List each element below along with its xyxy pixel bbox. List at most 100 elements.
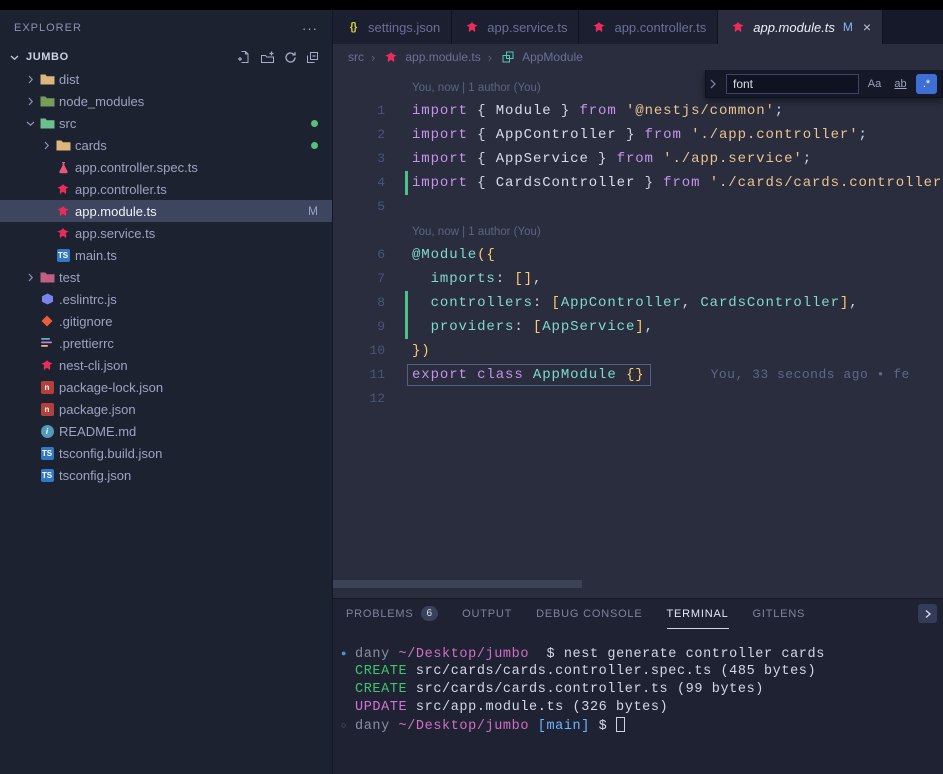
nest-icon xyxy=(463,21,481,34)
editor-tab[interactable]: app.controller.ts xyxy=(579,10,718,44)
npm-icon: n xyxy=(38,403,56,416)
file-tree-item[interactable]: app.controller.ts xyxy=(0,178,332,200)
file-tree-item[interactable]: src xyxy=(0,112,332,134)
chevron-down-icon xyxy=(22,119,38,128)
toggle-replace-chevron-icon[interactable] xyxy=(709,79,721,89)
breadcrumb-item[interactable]: AppModule xyxy=(499,50,583,64)
flask-icon xyxy=(54,161,72,174)
project-section-header[interactable]: JUMBO xyxy=(0,46,332,68)
more-actions-icon[interactable]: ··· xyxy=(302,21,318,36)
file-tree-item[interactable]: npackage-lock.json xyxy=(0,376,332,398)
horizontal-scrollbar[interactable] xyxy=(333,580,582,588)
refresh-icon[interactable] xyxy=(284,51,297,64)
code-line[interactable]: 12 xyxy=(333,387,943,411)
file-tree-item[interactable]: cards xyxy=(0,134,332,156)
file-name: main.ts xyxy=(75,248,117,263)
panel-tab-output[interactable]: OUTPUT xyxy=(462,599,512,629)
panel-tab-debug-console[interactable]: DEBUG CONSOLE xyxy=(536,599,642,629)
code-line[interactable]: 11export class AppModule {}You, 33 secon… xyxy=(333,363,943,387)
breadcrumb[interactable]: src›app.module.ts›AppModule xyxy=(333,44,943,70)
collapse-all-icon[interactable] xyxy=(306,51,319,64)
explorer-sidebar: EXPLORER ··· JUMBO distnode_modulessrcca… xyxy=(0,10,333,774)
code-line[interactable]: 10}) xyxy=(333,339,943,363)
code-token: import xyxy=(412,103,477,119)
tab-label: app.module.ts xyxy=(753,20,835,35)
ts-icon: TS xyxy=(38,469,56,482)
code-token: AppController xyxy=(496,127,617,143)
panel-tab-label: TERMINAL xyxy=(667,608,729,620)
new-folder-icon[interactable] xyxy=(260,51,275,64)
regex-button[interactable]: .* xyxy=(916,74,937,94)
code-line[interactable]: 3import { AppService } from './app.servi… xyxy=(333,147,943,171)
line-number: 6 xyxy=(333,243,385,267)
code-token: from xyxy=(579,103,626,119)
chevron-right-icon xyxy=(38,141,54,150)
breadcrumb-item[interactable]: app.module.ts xyxy=(382,50,480,64)
code-token: import xyxy=(412,127,477,143)
file-tree-item[interactable]: TStsconfig.build.json xyxy=(0,442,332,464)
terminal-content[interactable]: ●dany ~/Desktop/jumbo $ nest generate co… xyxy=(333,629,943,735)
terminal-text: src/app.module.ts (326 bytes) xyxy=(416,700,668,715)
file-name: nest-cli.json xyxy=(59,358,128,373)
file-tree-item[interactable]: .prettierrc xyxy=(0,332,332,354)
file-tree-item[interactable]: app.module.tsM xyxy=(0,200,332,222)
find-widget: Aa ab .* xyxy=(705,70,943,98)
find-input[interactable] xyxy=(726,74,859,94)
file-tree-item[interactable]: test xyxy=(0,266,332,288)
code-token: [] xyxy=(514,271,533,287)
new-file-icon[interactable] xyxy=(237,50,251,64)
code-line[interactable]: 8 controllers: [AppController, CardsCont… xyxy=(333,291,943,315)
file-tree-item[interactable]: app.controller.spec.ts xyxy=(0,156,332,178)
panel-tab-problems[interactable]: PROBLEMS6 xyxy=(346,599,438,629)
file-tree-item[interactable]: TStsconfig.json xyxy=(0,464,332,486)
close-icon[interactable]: × xyxy=(863,19,871,35)
code-token: : xyxy=(514,319,533,335)
file-tree-item[interactable]: .eslintrc.js xyxy=(0,288,332,310)
code-line[interactable]: 2import { AppController } from './app.co… xyxy=(333,123,943,147)
panel-chevron-right-icon[interactable] xyxy=(918,604,937,623)
code-editor[interactable]: You, now | 1 author (You) 1import { Modul… xyxy=(333,70,943,598)
terminal-text: ~/Desktop/jumbo xyxy=(399,647,538,662)
file-tree-item[interactable]: TSmain.ts xyxy=(0,244,332,266)
file-name: .eslintrc.js xyxy=(59,292,117,307)
gitlens-codelens[interactable]: You, now | 1 author (You) xyxy=(333,219,943,243)
file-tree-item[interactable]: iREADME.md xyxy=(0,420,332,442)
code-area: You, now | 1 author (You) 1import { Modul… xyxy=(333,70,943,411)
editor-tab[interactable]: app.service.ts xyxy=(452,10,579,44)
file-tree-item[interactable]: node_modules xyxy=(0,90,332,112)
file-tree-item[interactable]: app.service.ts xyxy=(0,222,332,244)
code-line[interactable]: 7 imports: [], xyxy=(333,267,943,291)
file-tree-item[interactable]: npackage.json xyxy=(0,398,332,420)
breadcrumb-item[interactable]: src xyxy=(348,50,364,64)
code-token: providers xyxy=(412,319,514,335)
chevron-right-icon xyxy=(22,97,38,106)
file-tree-item[interactable]: nest-cli.json xyxy=(0,354,332,376)
code-line[interactable]: 6@Module({ xyxy=(333,243,943,267)
whole-word-button[interactable]: ab xyxy=(890,74,911,94)
code-line[interactable]: 9 providers: [AppService], xyxy=(333,315,943,339)
readme-icon: i xyxy=(38,425,56,438)
file-name: package.json xyxy=(59,402,136,417)
file-name: app.module.ts xyxy=(75,204,157,219)
panel-tab-gitlens[interactable]: GITLENS xyxy=(753,599,806,629)
match-case-button[interactable]: Aa xyxy=(864,74,885,94)
file-tree-item[interactable]: .gitignore xyxy=(0,310,332,332)
panel-tab-label: GITLENS xyxy=(753,608,806,620)
file-tree-item[interactable]: dist xyxy=(0,68,332,90)
tab-label: app.service.ts xyxy=(487,20,567,35)
code-line[interactable]: 5 xyxy=(333,195,943,219)
editor-tab[interactable]: app.module.tsM× xyxy=(718,10,883,44)
code-line[interactable]: 4import { CardsController } from './card… xyxy=(333,171,943,195)
code-token: { xyxy=(477,175,496,191)
code-line[interactable]: 1import { Module } from '@nestjs/common'… xyxy=(333,99,943,123)
file-name: app.controller.spec.ts xyxy=(75,160,198,175)
code-token: ({ xyxy=(477,247,496,263)
panel-tab-terminal[interactable]: TERMINAL xyxy=(667,599,729,629)
terminal-text: $ xyxy=(538,647,564,662)
ts-icon: TS xyxy=(38,447,56,460)
section-actions xyxy=(237,50,332,64)
editor-tab[interactable]: {}settings.json xyxy=(333,10,452,44)
code-token: : xyxy=(533,295,552,311)
code-token: , xyxy=(682,295,701,311)
chevron-down-icon xyxy=(6,53,22,62)
